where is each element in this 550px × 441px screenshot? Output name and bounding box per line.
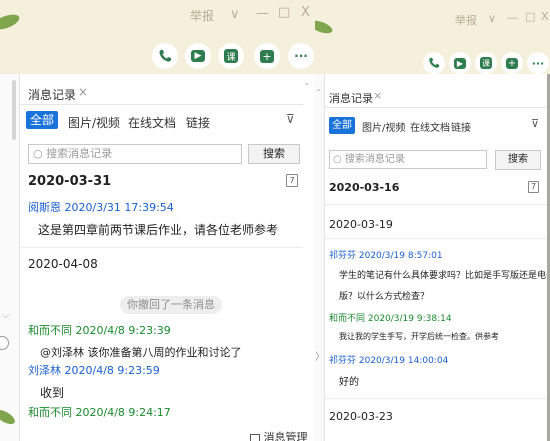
calendar-icon[interactable]: 7 bbox=[286, 174, 298, 187]
manager-icon bbox=[250, 433, 260, 441]
search-button[interactable]: 搜索 bbox=[495, 150, 541, 170]
close-button[interactable]: X bbox=[301, 5, 310, 20]
search-input[interactable]: ○ 搜索消息记录 bbox=[28, 144, 242, 164]
filter-images-videos[interactable]: 图片/视频 bbox=[362, 119, 405, 134]
more-button[interactable]: ··· bbox=[288, 43, 314, 69]
date-header: 2020-03-31 bbox=[28, 174, 112, 189]
message-text: 这是第四章前两节课后作业，请各位老师参考 bbox=[38, 223, 279, 237]
filter-links[interactable]: 链接 bbox=[186, 114, 210, 131]
right-sidebar: ⌃ 〉 bbox=[315, 74, 325, 441]
filter-images-videos[interactable]: 图片/视频 bbox=[68, 114, 120, 131]
left-chat-history-window: 举报 ∨ — □ X ▶ 课 + ··· ⌵ ⌃ 消息记录 × 全部 图片/视频… bbox=[0, 0, 315, 441]
message-sender: 和而不同 2020/4/8 9:24:17 bbox=[28, 406, 171, 419]
search-placeholder: 搜索消息记录 bbox=[46, 147, 113, 160]
tab-divider bbox=[325, 107, 550, 108]
search-icon: ○ bbox=[333, 154, 342, 165]
recall-notice: 你撤回了一条消息 bbox=[120, 296, 222, 314]
message-sender: 和而不同 2020/4/8 9:23:39 bbox=[28, 324, 171, 337]
filter-all[interactable]: 全部 bbox=[26, 111, 58, 129]
lesson-icon: 课 bbox=[480, 57, 492, 69]
message-text: @刘泽林 该你准备第八周的作业和讨论了 bbox=[40, 346, 242, 359]
sidebar-scrollbar[interactable] bbox=[12, 80, 16, 140]
more-button[interactable]: ··· bbox=[527, 52, 549, 74]
filter-online-docs[interactable]: 在线文档 bbox=[410, 119, 450, 134]
filter-online-docs[interactable]: 在线文档 bbox=[128, 114, 176, 131]
window-header: 举报 ∨ — □ X ▶ 课 + ··· bbox=[0, 0, 315, 74]
collapse-arrow-icon[interactable]: ⌵ bbox=[2, 310, 10, 321]
search-icon: ○ bbox=[33, 147, 43, 160]
scroll-up-arrow-icon[interactable]: ⌃ bbox=[315, 88, 322, 97]
plus-chat-icon: + bbox=[506, 57, 518, 69]
lesson-icon: 课 bbox=[224, 49, 238, 63]
video-call-button[interactable]: ▶ bbox=[185, 43, 211, 69]
divider bbox=[325, 238, 550, 239]
maximize-button[interactable]: □ bbox=[525, 10, 535, 23]
tab-close-icon[interactable]: × bbox=[373, 89, 382, 102]
more-icon: ··· bbox=[294, 49, 308, 63]
calendar-icon[interactable]: 7 bbox=[528, 181, 539, 193]
divider bbox=[20, 247, 303, 248]
chevron-down-icon[interactable]: ∨ bbox=[488, 12, 496, 25]
search-placeholder: 搜索消息记录 bbox=[344, 154, 405, 165]
date-header: 2020-03-16 bbox=[329, 181, 400, 194]
message-text: 版？以什么方式检查？ bbox=[339, 292, 430, 302]
message-manager-link[interactable]: 消息管理 bbox=[250, 429, 308, 441]
date-header: 2020-03-23 bbox=[329, 410, 393, 423]
video-call-button[interactable]: ▶ bbox=[449, 52, 471, 74]
lesson-button[interactable]: 课 bbox=[218, 43, 244, 69]
search-button[interactable]: 搜索 bbox=[248, 144, 300, 164]
divider bbox=[325, 398, 550, 399]
message-text: 学生的笔记有什么具体要求吗？比如是手写版还是电子 bbox=[339, 271, 550, 281]
message-sender: 祁芬芬 2020/3/19 14:00:04 bbox=[329, 356, 449, 366]
message-sender: 刘泽林 2020/4/8 9:23:59 bbox=[28, 364, 160, 377]
filter-all[interactable]: 全部 bbox=[329, 117, 355, 134]
message-sender: 阅斯恩 2020/3/31 17:39:54 bbox=[28, 201, 174, 214]
search-input[interactable]: ○ 搜索消息记录 bbox=[329, 150, 487, 169]
tab-message-history[interactable]: 消息记录 bbox=[329, 90, 373, 106]
voice-call-button[interactable] bbox=[423, 52, 445, 74]
leaf-decoration bbox=[0, 407, 18, 427]
plus-chat-icon: + bbox=[260, 49, 274, 63]
date-header: 2020-03-19 bbox=[329, 218, 393, 231]
filter-settings-icon[interactable]: ⊽ bbox=[286, 112, 295, 126]
filter-links[interactable]: 链接 bbox=[451, 119, 471, 134]
collapse-arrow-icon[interactable]: 〉 bbox=[315, 348, 325, 363]
add-app-button[interactable]: + bbox=[501, 52, 523, 74]
message-text: 收到 bbox=[40, 386, 65, 400]
message-sender: 和而不同 2020/3/19 9:38:14 bbox=[329, 314, 452, 324]
report-link[interactable]: 举报 bbox=[455, 12, 477, 28]
pane-scrollbar[interactable]: ⌃ bbox=[302, 82, 312, 432]
minimize-button[interactable]: — bbox=[256, 6, 269, 21]
add-app-button[interactable]: + bbox=[254, 43, 280, 69]
minimize-button[interactable]: — bbox=[507, 11, 518, 24]
phone-icon bbox=[159, 50, 171, 62]
tab-divider bbox=[20, 104, 303, 105]
scroll-handle-icon[interactable] bbox=[0, 336, 9, 350]
maximize-button[interactable]: □ bbox=[278, 5, 290, 20]
scroll-up-arrow-icon[interactable]: ⌃ bbox=[302, 82, 312, 91]
window-header: 举报 ∨ — □ X ▶ 课 + ··· bbox=[315, 0, 550, 74]
leaf-decoration bbox=[315, 18, 334, 36]
message-text: 我让我的学生手写，开学后统一检查。供参考 bbox=[339, 332, 499, 341]
lesson-button[interactable]: 课 bbox=[475, 52, 497, 74]
tab-close-icon[interactable]: × bbox=[78, 85, 88, 99]
message-sender: 祁芬芬 2020/3/19 8:57:01 bbox=[329, 251, 443, 261]
filter-settings-icon[interactable]: ⊽ bbox=[531, 117, 539, 130]
close-button[interactable]: X bbox=[541, 10, 549, 23]
date-header: 2020-04-08 bbox=[28, 257, 98, 271]
voice-call-button[interactable] bbox=[152, 43, 178, 69]
message-text: 好的 bbox=[339, 377, 359, 388]
tab-message-history[interactable]: 消息记录 bbox=[28, 86, 76, 103]
right-chat-history-window: 举报 ∨ — □ X ▶ 课 + ··· ⌃ 〉 消息记录 × 全部 图片/视频… bbox=[315, 0, 550, 441]
divider bbox=[325, 204, 550, 205]
video-icon: ▶ bbox=[454, 57, 466, 69]
video-icon: ▶ bbox=[191, 50, 205, 62]
leaf-decoration bbox=[0, 11, 22, 33]
phone-icon bbox=[429, 57, 440, 68]
left-sidebar: ⌵ bbox=[0, 74, 20, 441]
more-icon: ··· bbox=[531, 56, 545, 70]
report-link[interactable]: 举报 bbox=[190, 7, 214, 24]
chevron-down-icon[interactable]: ∨ bbox=[230, 7, 240, 22]
